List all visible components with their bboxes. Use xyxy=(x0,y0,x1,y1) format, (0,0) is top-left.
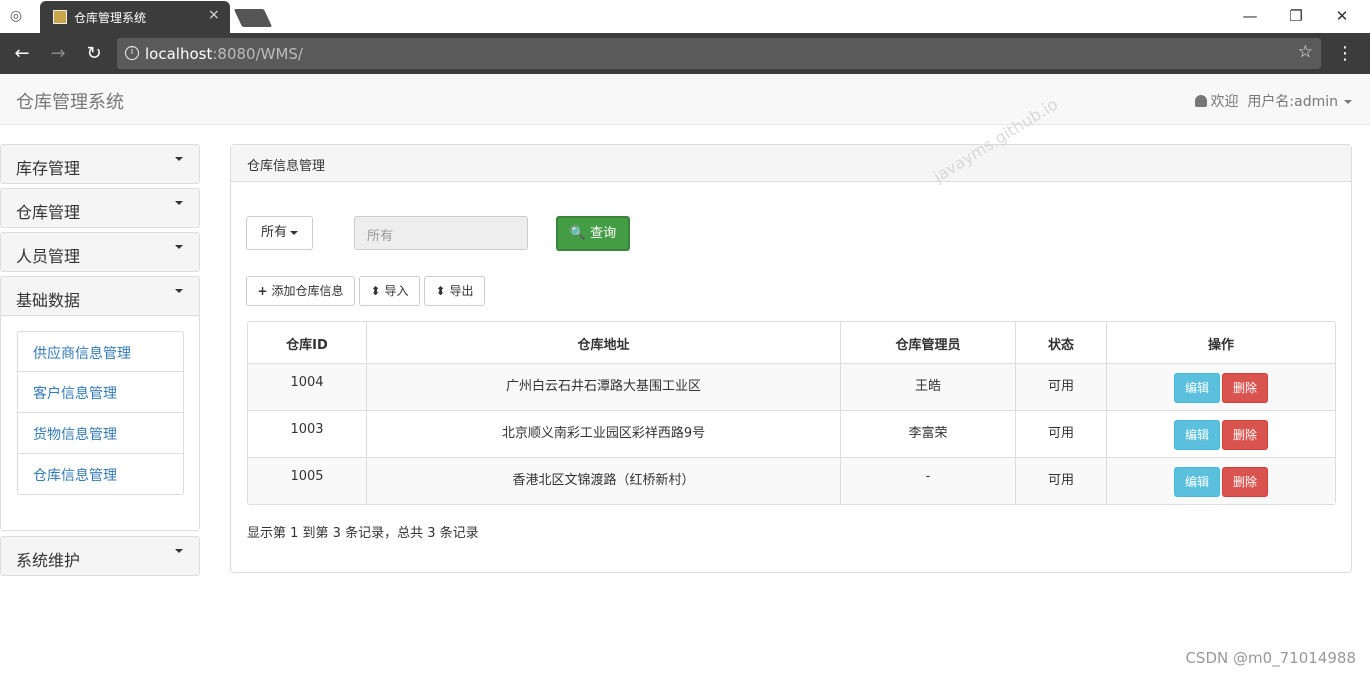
username-text: 用户名:admin xyxy=(1247,94,1338,110)
url-text[interactable]: localhost:8080/WMS/ xyxy=(145,45,303,63)
panel-title: 仓库信息管理 xyxy=(231,145,1351,182)
table-row: 1003 北京顺义南彩工业园区彩祥西路9号 李富荣 可用 编辑 删除 xyxy=(248,410,1335,457)
table-row: 1005 香港北区文锦渡路（红桥新村） - 可用 编辑 删除 xyxy=(248,457,1335,504)
chevron-down-icon xyxy=(175,157,183,161)
cell-status: 可用 xyxy=(1015,411,1106,457)
delete-button[interactable]: 删除 xyxy=(1222,467,1268,497)
chevron-down-icon xyxy=(1344,100,1352,104)
sidebar-group-header[interactable]: 人员管理 xyxy=(1,233,199,271)
back-arrow-icon[interactable]: ← xyxy=(9,41,35,67)
cell-actions: 编辑 删除 xyxy=(1106,458,1335,504)
add-warehouse-button[interactable]: + 添加仓库信息 xyxy=(246,276,355,306)
favicon-icon xyxy=(53,10,67,24)
column-header[interactable]: 仓库管理员 xyxy=(840,322,1015,363)
import-icon: ⬍ xyxy=(370,284,381,298)
cell-manager: 王皓 xyxy=(840,364,1015,410)
chevron-down-icon xyxy=(175,289,183,293)
cell-address: 北京顺义南彩工业园区彩祥西路9号 xyxy=(366,411,840,457)
table-header-row: 仓库ID 仓库地址 仓库管理员 状态 操作 xyxy=(248,322,1335,363)
sidebar-group-header[interactable]: 系统维护 xyxy=(1,537,199,575)
sidebar-item-goods[interactable]: 货物信息管理 xyxy=(17,413,184,454)
edit-button[interactable]: 编辑 xyxy=(1174,373,1220,403)
chevron-down-icon xyxy=(175,201,183,205)
cell-actions: 编辑 删除 xyxy=(1106,364,1335,410)
sidebar-group-inventory[interactable]: 库存管理 xyxy=(0,144,200,184)
table-row: 1004 广州白云石井石潭路大基围工业区 王皓 可用 编辑 删除 xyxy=(248,363,1335,410)
cell-manager: 李富荣 xyxy=(840,411,1015,457)
sidebar-group-system[interactable]: 系统维护 xyxy=(0,536,200,576)
maximize-icon[interactable]: ❐ xyxy=(1284,4,1308,28)
sidebar-item-supplier[interactable]: 供应商信息管理 xyxy=(17,331,184,372)
chevron-down-icon xyxy=(290,230,298,235)
user-icon xyxy=(1194,95,1207,107)
sidebar-group-warehouse[interactable]: 仓库管理 xyxy=(0,188,200,228)
sidebar-item-warehouse-info[interactable]: 仓库信息管理 xyxy=(17,454,184,495)
cell-address: 香港北区文锦渡路（红桥新村） xyxy=(366,458,840,504)
cell-manager: - xyxy=(840,458,1015,504)
tab-close-icon[interactable]: × xyxy=(208,7,220,23)
search-input[interactable]: 所有 xyxy=(354,216,528,250)
browser-tab[interactable]: 仓库管理系统 × xyxy=(40,1,230,33)
sidebar-group-header[interactable]: 基础数据 xyxy=(1,277,199,315)
sidebar-group-basic-data[interactable]: 基础数据 供应商信息管理 客户信息管理 货物信息管理 仓库信息管理 xyxy=(0,276,200,531)
cell-status: 可用 xyxy=(1015,364,1106,410)
warehouse-table: 仓库ID 仓库地址 仓库管理员 状态 操作 1004 广州白云石井石潭路大基围工… xyxy=(247,321,1336,505)
pagination-summary: 显示第 1 到第 3 条记录，总共 3 条记录 xyxy=(247,526,479,541)
column-header[interactable]: 仓库ID xyxy=(248,322,366,363)
cell-address: 广州白云石井石潭路大基围工业区 xyxy=(366,364,840,410)
chevron-down-icon xyxy=(175,549,183,553)
window-close-icon[interactable]: ✕ xyxy=(1330,4,1354,28)
tab-title: 仓库管理系统 xyxy=(74,11,147,25)
sidebar-group-header[interactable]: 库存管理 xyxy=(1,145,199,183)
warehouse-panel: 仓库信息管理 所有 所有 🔍 查询 + 添加仓库信息 ⬍ 导入 ⬍ 导出 仓库I… xyxy=(230,144,1352,573)
minimize-icon[interactable]: — xyxy=(1238,4,1262,28)
sidebar-group-personnel[interactable]: 人员管理 xyxy=(0,232,200,272)
column-header[interactable]: 仓库地址 xyxy=(366,322,840,363)
export-button[interactable]: ⬍ 导出 xyxy=(424,276,485,306)
welcome-text: 欢迎 xyxy=(1210,94,1239,110)
incognito-icon: ◎ xyxy=(9,8,23,24)
new-tab-button[interactable] xyxy=(233,9,273,27)
plus-icon: + xyxy=(257,284,268,298)
cell-actions: 编辑 删除 xyxy=(1106,411,1335,457)
browser-menu-icon[interactable]: ⋮ xyxy=(1336,41,1354,67)
reload-icon[interactable]: ↻ xyxy=(81,41,107,67)
edit-button[interactable]: 编辑 xyxy=(1174,420,1220,450)
search-icon: 🔍 xyxy=(569,226,587,241)
forward-arrow-icon[interactable]: → xyxy=(45,41,71,67)
info-icon[interactable]: i xyxy=(125,46,139,60)
bookmark-star-icon[interactable]: ☆ xyxy=(1298,42,1313,62)
cell-id: 1003 xyxy=(290,422,324,437)
app-navbar: 仓库管理系统 欢迎 用户名:admin xyxy=(0,74,1370,125)
query-button[interactable]: 🔍 查询 xyxy=(556,216,630,251)
import-button[interactable]: ⬍ 导入 xyxy=(359,276,420,306)
cell-status: 可用 xyxy=(1015,458,1106,504)
sidebar-group-body: 供应商信息管理 客户信息管理 货物信息管理 仓库信息管理 xyxy=(1,315,199,530)
cell-id: 1005 xyxy=(290,469,324,484)
column-header[interactable]: 状态 xyxy=(1015,322,1106,363)
column-header: 操作 xyxy=(1106,322,1335,363)
sidebar-item-customer[interactable]: 客户信息管理 xyxy=(17,372,184,413)
delete-button[interactable]: 删除 xyxy=(1222,373,1268,403)
address-bar[interactable]: i localhost:8080/WMS/ ☆ xyxy=(117,38,1321,69)
delete-button[interactable]: 删除 xyxy=(1222,420,1268,450)
user-menu[interactable]: 欢迎 用户名:admin xyxy=(1194,91,1352,111)
edit-button[interactable]: 编辑 xyxy=(1174,467,1220,497)
browser-tab-bar: ◎ 仓库管理系统 × — ❐ ✕ xyxy=(0,0,1370,33)
app-brand[interactable]: 仓库管理系统 xyxy=(16,88,124,114)
browser-toolbar: ← → ↻ i localhost:8080/WMS/ ☆ ⋮ xyxy=(0,33,1370,74)
cell-id: 1004 xyxy=(290,375,324,390)
csdn-credit: CSDN @m0_71014988 xyxy=(1185,649,1356,667)
chevron-down-icon xyxy=(175,245,183,249)
sidebar-group-header[interactable]: 仓库管理 xyxy=(1,189,199,227)
filter-dropdown[interactable]: 所有 xyxy=(246,216,313,250)
export-icon: ⬍ xyxy=(435,284,446,298)
